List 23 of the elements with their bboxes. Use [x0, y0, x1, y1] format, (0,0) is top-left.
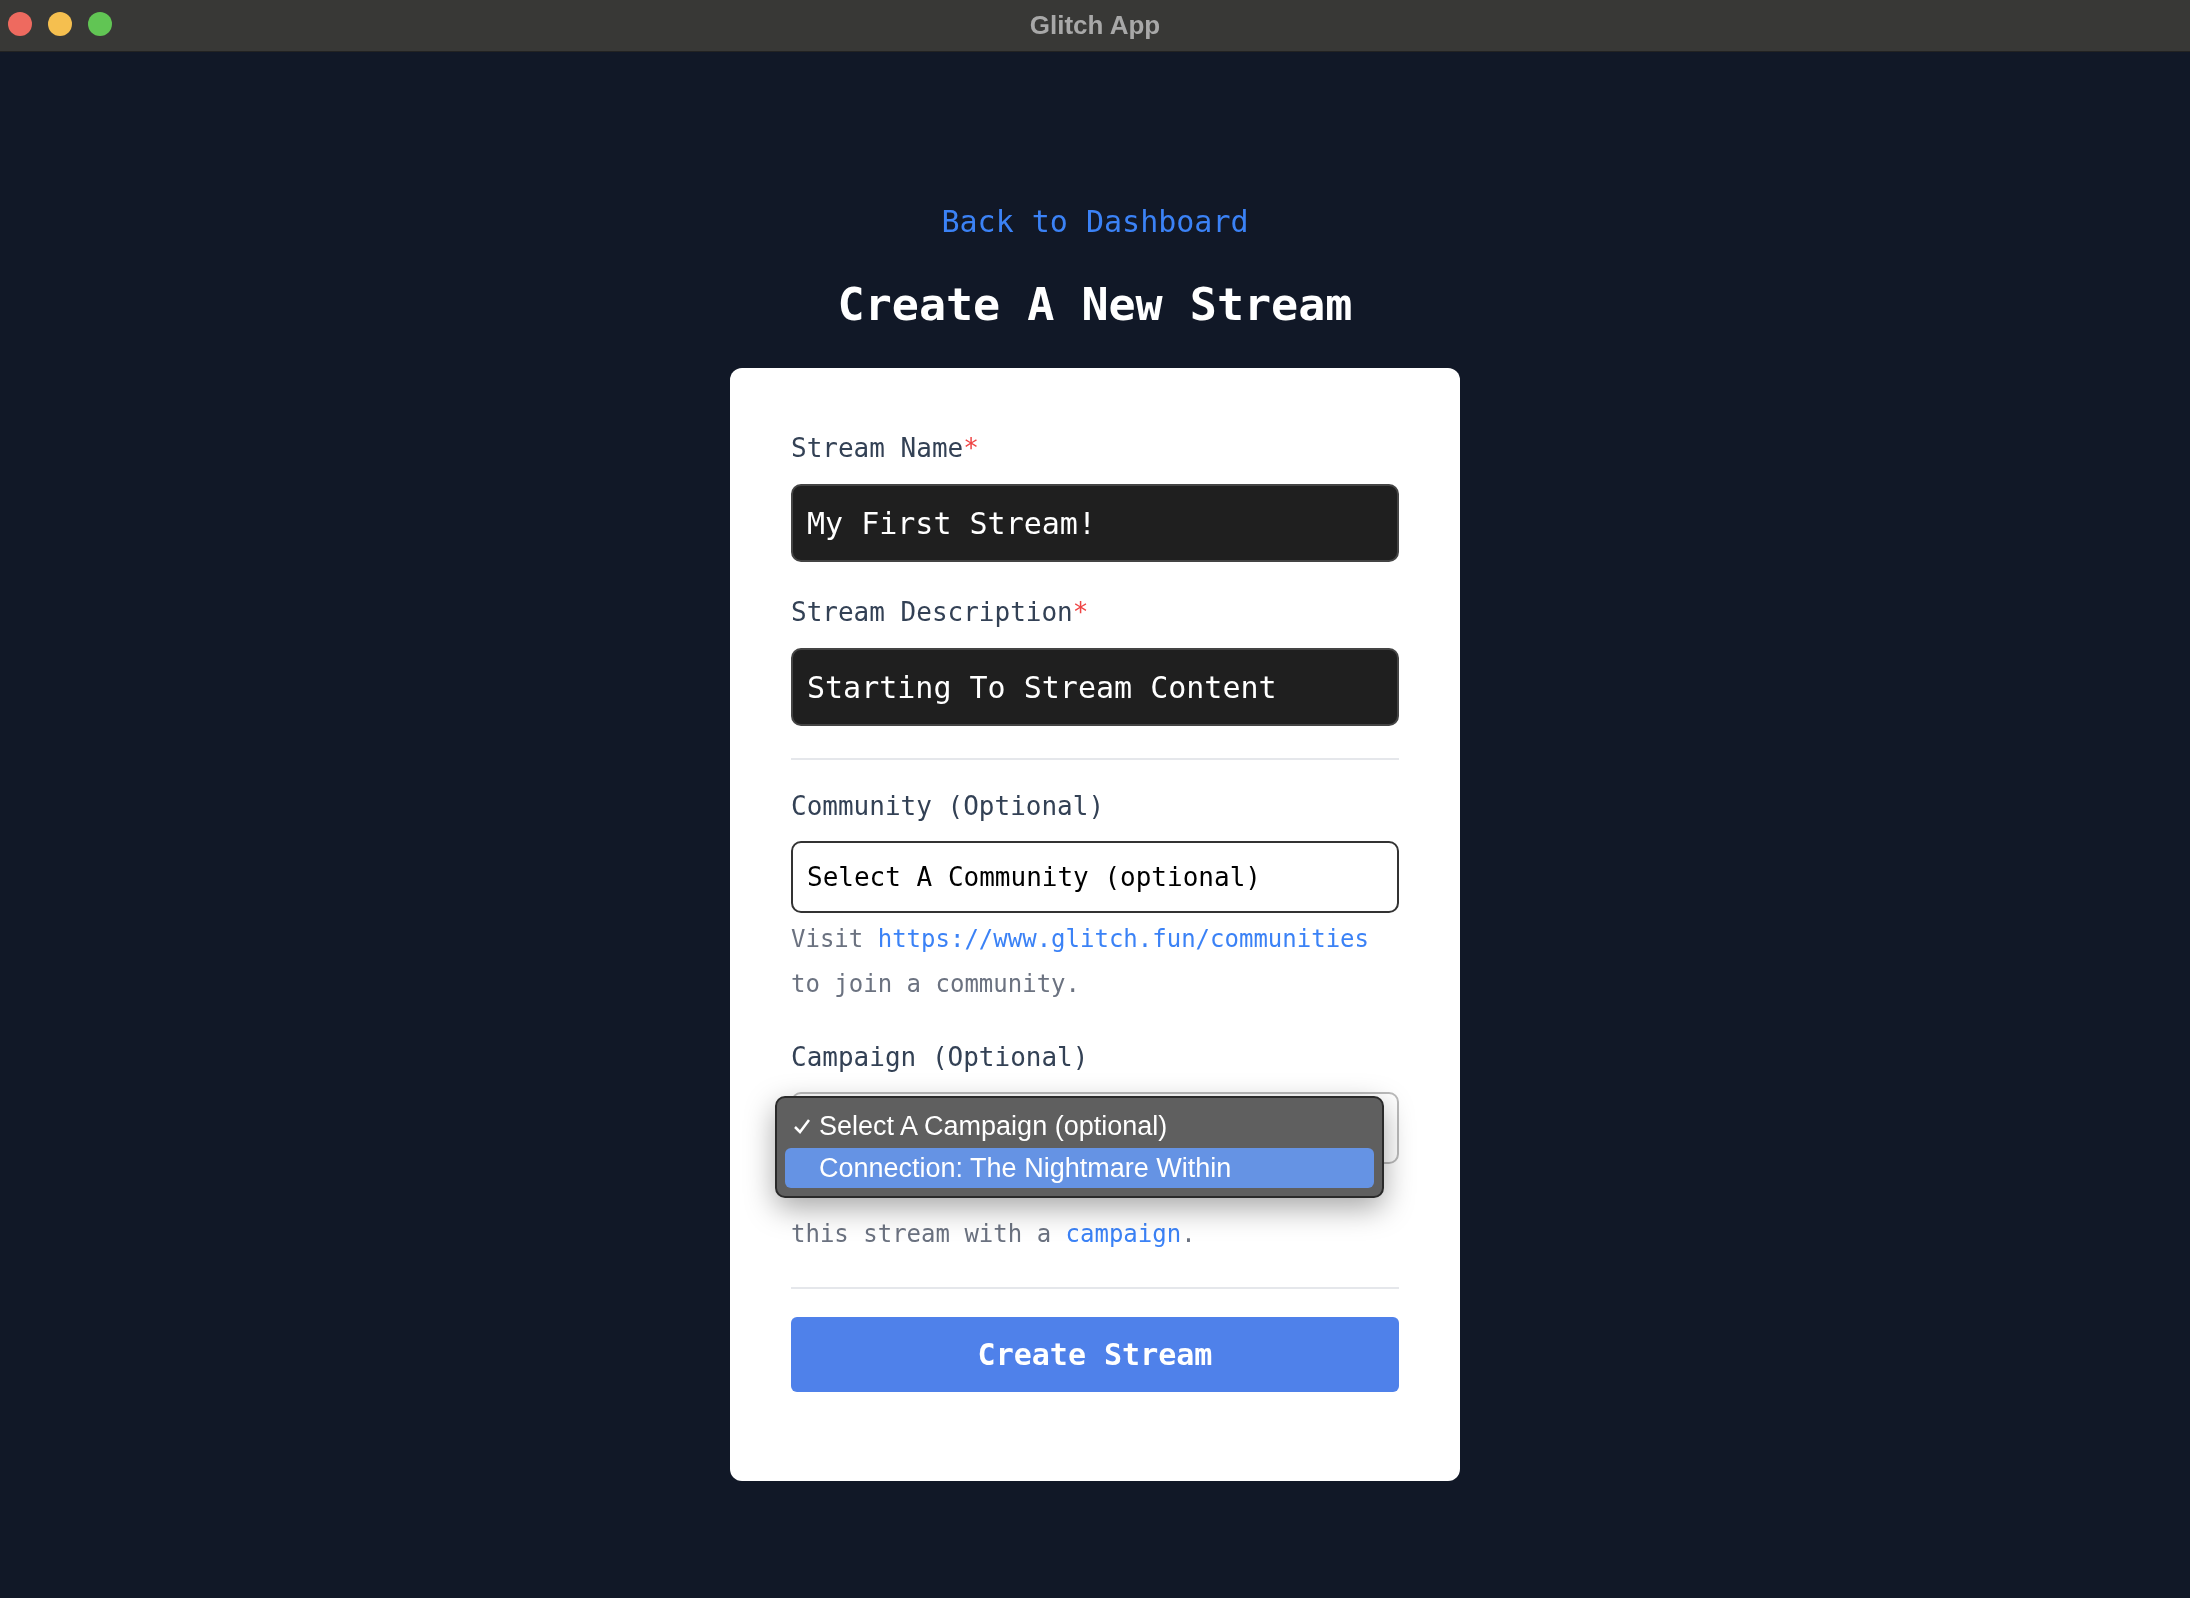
field-label: Stream Name [791, 432, 964, 465]
field-label: Community (Optional) [791, 790, 1105, 823]
select-field[interactable]: Select A Community (optional) [791, 841, 1399, 913]
helper-text: this stream with a campaign. [791, 1219, 1197, 1250]
field-label: Stream Description [791, 596, 1073, 629]
text-input-field[interactable]: Starting To Stream Content [791, 648, 1399, 726]
close-icon[interactable] [8, 12, 32, 36]
required-asterisk: * [963, 432, 979, 465]
text-input-field[interactable]: My First Stream! [791, 484, 1399, 562]
checkmark-icon [793, 1117, 811, 1135]
required-asterisk: * [1072, 596, 1089, 629]
maximize-icon[interactable] [88, 12, 112, 36]
field-label: Campaign (Optional) [791, 1041, 1089, 1074]
page-heading: Create A New Stream [837, 282, 1353, 328]
minimize-icon[interactable] [48, 12, 72, 36]
helper-text: Visit https://www.glitch.fun/communities to join a community. [791, 924, 1370, 1000]
helper-link[interactable]: https://www.glitch.fun/communities [877, 925, 1369, 953]
create-stream-button[interactable]: Create Stream [791, 1317, 1399, 1392]
dropdown-option[interactable]: Connection: The Nightmare Within [785, 1148, 1374, 1188]
window-title: Glitch App [1029, 9, 1161, 42]
back-link[interactable]: Back to Dashboard [941, 202, 1249, 242]
helper-link[interactable]: campaign [1065, 1220, 1182, 1248]
dropdown-option[interactable]: Select A Campaign (optional) [785, 1106, 1374, 1146]
